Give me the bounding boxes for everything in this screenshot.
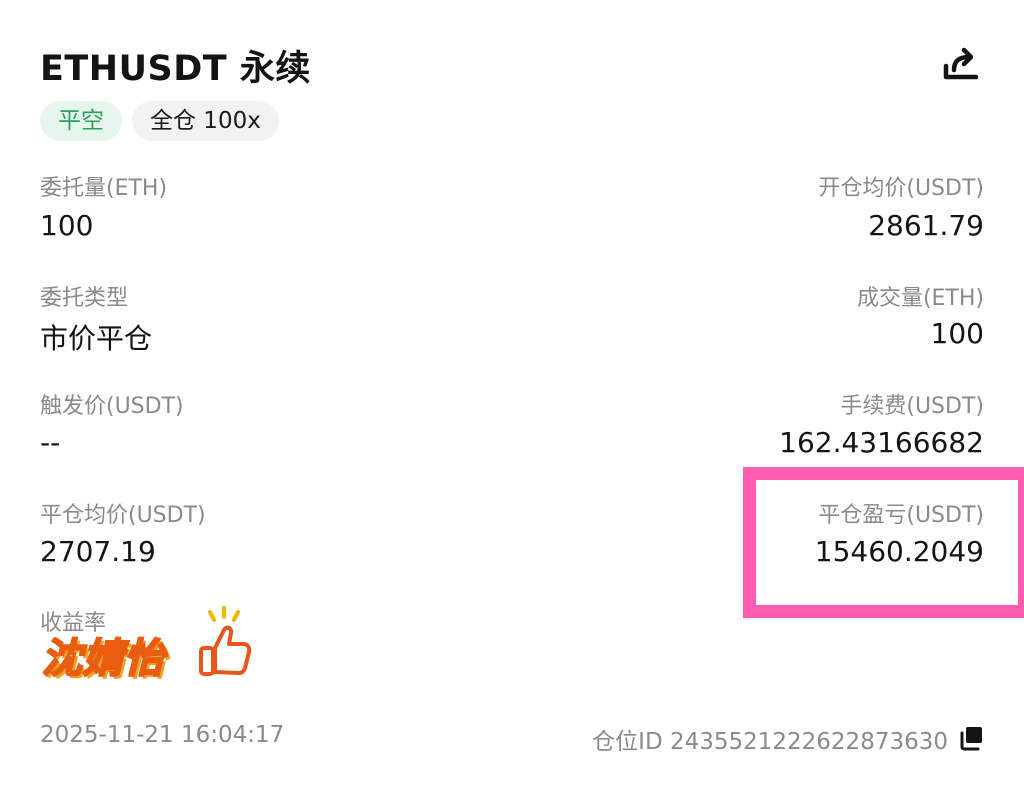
filled-qty-label: 成交量(ETH) [856,286,984,311]
share-icon [943,47,979,80]
close-avg-value: 2707.19 [40,535,156,568]
copy-button[interactable] [958,725,984,751]
order-detail-card: ETHUSDT 永续 平空 全仓 100x 委托量(ETH) 100 开仓均价(… [0,0,1024,785]
position-id: 仓位ID 2435521222622873630 [592,729,948,755]
open-avg-label: 开仓均价(USDT) [818,176,984,201]
share-button[interactable] [940,44,982,86]
side-badge: 平空 [40,101,122,141]
pnl-highlight-box [743,467,1024,618]
order-timestamp: 2025-11-21 16:04:17 [40,722,285,748]
thumbs-up-icon [199,606,252,676]
fee-label: 手续费(USDT) [840,394,984,419]
page-title: ETHUSDT 永续 [40,49,311,89]
fee-value: 162.43166682 [779,426,984,459]
tag-row: 平空 全仓 100x [40,101,279,141]
close-avg-label: 平仓均价(USDT) [40,503,206,528]
trigger-price-label: 触发价(USDT) [40,394,184,419]
name-sticker: 沈婧怡 [38,606,258,690]
margin-badge: 全仓 100x [132,101,279,141]
order-type-value: 市价平仓 [40,322,153,355]
open-avg-value: 2861.79 [868,209,984,242]
trigger-price-value: -- [40,426,61,459]
filled-qty-value: 100 [930,317,984,350]
order-qty-label: 委托量(ETH) [40,176,168,201]
sticker-text: 沈婧怡 [41,635,165,683]
copy-icon [960,727,982,751]
order-type-label: 委托类型 [40,286,129,311]
order-qty-value: 100 [40,209,94,242]
